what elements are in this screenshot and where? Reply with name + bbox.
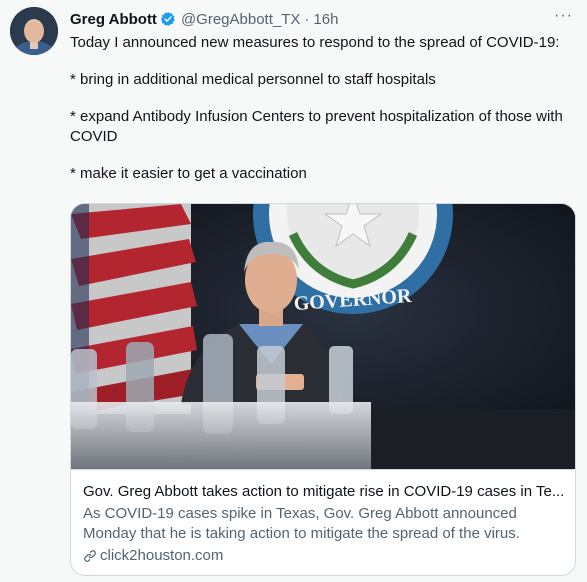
tweet-paragraph: Today I announced new measures to respon…: [70, 34, 560, 51]
card-title[interactable]: Gov. Greg Abbott takes action to mitigat…: [83, 482, 565, 502]
separator: ·: [304, 10, 310, 28]
tweet-header: Greg Abbott @GregAbbott_TX · 16h ···: [70, 7, 573, 29]
card-image[interactable]: GOVERNOR: [71, 204, 575, 469]
avatar[interactable]: [10, 7, 58, 55]
verified-badge-icon: [160, 11, 176, 27]
link-card[interactable]: GOVERNOR Gov. Greg Abbott takes action t…: [70, 203, 576, 576]
author-name[interactable]: Greg Abbott: [70, 11, 157, 28]
card-description: As COVID-19 cases spike in Texas, Gov. G…: [83, 505, 520, 542]
author-handle[interactable]: @GregAbbott_TX: [181, 11, 300, 28]
card-domain[interactable]: click2houston.com: [100, 546, 223, 566]
more-horizontal-icon[interactable]: ···: [554, 7, 573, 25]
tweet-text: Today I announced new measures to respon…: [70, 33, 575, 184]
tweet-paragraph: * bring in additional medical personnel …: [70, 71, 436, 88]
tweet-paragraph: * make it easier to get a vaccination: [70, 165, 307, 182]
card-info[interactable]: Gov. Greg Abbott takes action to mitigat…: [71, 469, 575, 575]
tweet-paragraph: * expand Antibody Infusion Centers to pr…: [70, 108, 563, 145]
tweet[interactable]: Greg Abbott @GregAbbott_TX · 16h ··· Tod…: [0, 0, 587, 582]
timestamp[interactable]: 16h: [313, 11, 338, 28]
card-domain-row[interactable]: click2houston.com: [83, 546, 565, 566]
link-icon: [83, 549, 97, 563]
